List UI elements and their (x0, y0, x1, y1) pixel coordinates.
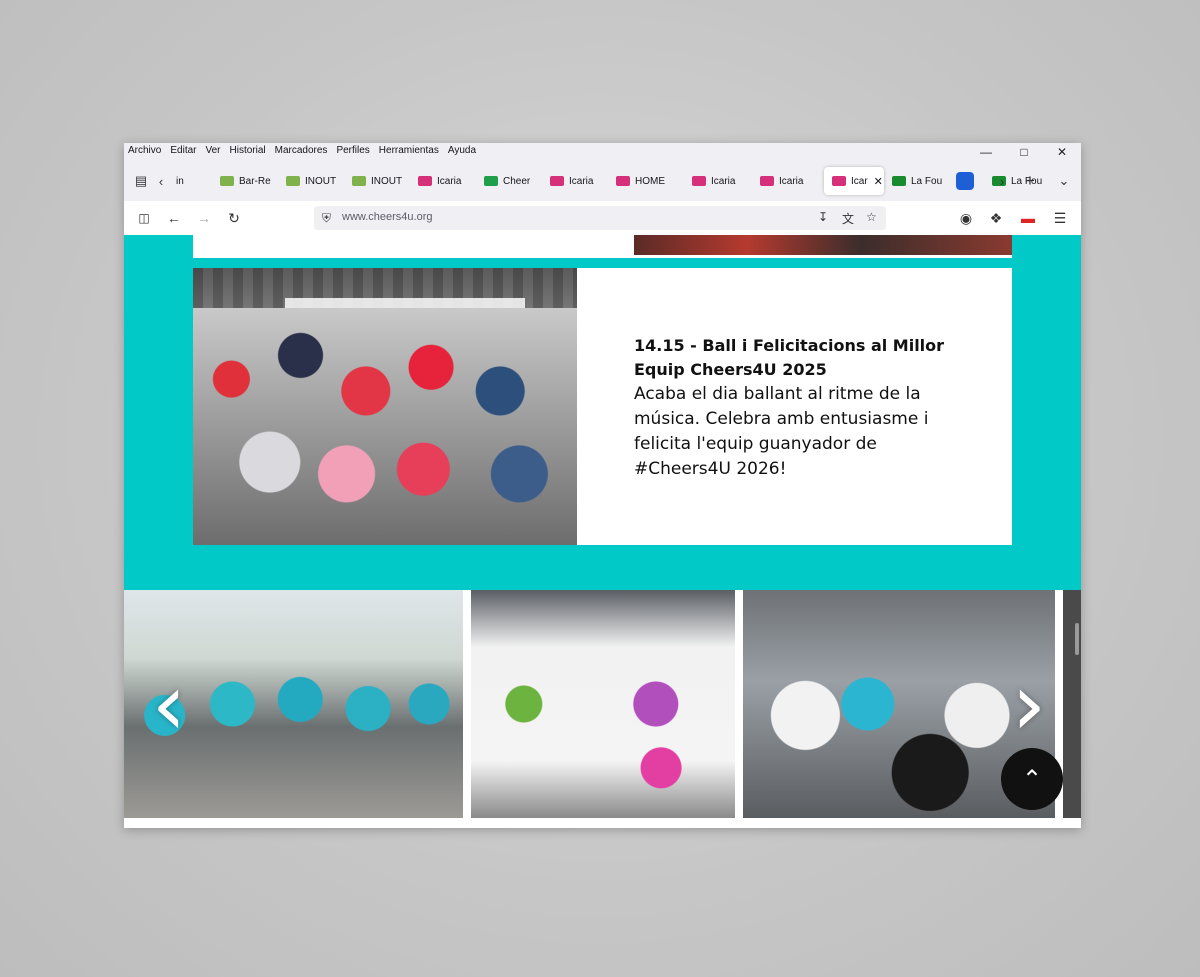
web-page: 14.15 - Ball i Felicitacions al Millor E… (124, 235, 1081, 828)
divider (193, 255, 1012, 258)
photo-gallery: ‹ › (124, 590, 1081, 828)
tab[interactable]: Cheer (476, 167, 542, 195)
tab-strip: in Bar-Re INOUT INOUT Icaria Cheer Icari… (168, 167, 1054, 195)
extensions-icon[interactable]: ❖ (987, 209, 1005, 227)
menu-perfiles[interactable]: Perfiles (336, 145, 369, 156)
site-favicon-icon (352, 176, 366, 186)
sidebar-icon[interactable]: ◫ (135, 209, 153, 227)
tab-label: Icaria (711, 175, 736, 187)
gallery-photo-performers[interactable] (471, 590, 735, 818)
tab-label: La Fou (911, 175, 943, 187)
maximize-icon[interactable]: □ (1005, 143, 1043, 161)
tab[interactable]: Icaria (752, 167, 824, 195)
tab-bar: ▤ ‹ in Bar-Re INOUT INOUT Icaria Cheer I… (124, 161, 1081, 201)
bookmark-star-icon[interactable]: ☆ (866, 210, 877, 224)
close-window-icon[interactable]: ✕ (1043, 143, 1081, 161)
tab[interactable]: HOME (608, 167, 684, 195)
forward-icon[interactable]: → (195, 209, 213, 227)
new-tab-icon[interactable]: + (1019, 170, 1041, 192)
site-favicon-icon (550, 176, 564, 186)
tab-label: HOME (635, 175, 665, 187)
tab-scroll-left-icon[interactable]: ‹ (154, 170, 168, 192)
tab[interactable]: La Fou (884, 167, 948, 195)
download-icon[interactable]: ↧ (818, 210, 828, 224)
tab-label: Bar-Re (239, 175, 271, 187)
tab-active[interactable]: Icar ✕ (824, 167, 884, 195)
tab-manager-icon[interactable]: ▤ (130, 170, 152, 192)
close-tab-icon[interactable]: ✕ (874, 175, 883, 188)
tab[interactable]: Icaria (542, 167, 608, 195)
site-favicon-icon (418, 176, 432, 186)
site-favicon-icon (484, 176, 498, 186)
crowd (193, 308, 577, 545)
window-controls: — □ ✕ (967, 143, 1081, 161)
site-favicon-icon (892, 176, 906, 186)
shield-icon[interactable]: ⛨ (322, 211, 331, 226)
tab-label: INOUT (305, 175, 337, 187)
previous-card-photo (634, 235, 1012, 255)
browser-window: Archivo Editar Ver Historial Marcadores … (124, 143, 1081, 828)
tab[interactable]: INOUT (344, 167, 410, 195)
site-favicon-icon (692, 176, 706, 186)
chevron-left-icon[interactable]: ‹ (144, 660, 194, 750)
tab-label: Cheer (503, 175, 531, 187)
menu-marcadores[interactable]: Marcadores (275, 145, 328, 156)
tab-label: in (176, 175, 184, 187)
menu-editar[interactable]: Editar (170, 145, 196, 156)
team-celebration-photo (193, 268, 577, 545)
chevron-up-icon: ⌃ (1021, 765, 1043, 793)
previous-card-bottom (193, 235, 634, 255)
tab-label: Icaria (779, 175, 804, 187)
menu-archivo[interactable]: Archivo (128, 145, 161, 156)
tab-label: INOUT (371, 175, 403, 187)
tab-label: Icaria (569, 175, 594, 187)
nav-bar: ◫ ← → ↻ ⛨ www.cheers4u.org ↧ 文 ☆ ◉ ❖ ▬ ☰ (124, 201, 1081, 236)
card-title: 14.15 - Ball i Felicitacions al Millor E… (634, 336, 945, 379)
site-favicon-icon (286, 176, 300, 186)
reload-icon[interactable]: ↻ (225, 209, 243, 227)
site-favicon-icon (832, 176, 846, 186)
list-tabs-icon[interactable]: ⌄ (1053, 170, 1075, 192)
url-bar[interactable]: ⛨ www.cheers4u.org ↧ 文 ☆ (314, 206, 886, 230)
menu-icon[interactable]: ☰ (1051, 209, 1069, 227)
tab-scroll-right-icon[interactable]: › (991, 170, 1013, 192)
vpn-icon[interactable]: ▬ (1019, 209, 1037, 227)
card-text: 14.15 - Ball i Felicitacions al Millor E… (634, 334, 964, 482)
menu-historial[interactable]: Historial (230, 145, 266, 156)
menu-bar: Archivo Editar Ver Historial Marcadores … (124, 143, 1081, 161)
tab-label: Icar (851, 175, 868, 187)
site-favicon-icon (760, 176, 774, 186)
translate-icon[interactable]: 文 (842, 210, 854, 227)
site-favicon-icon (220, 176, 234, 186)
card-body: Acaba el dia ballant al ritme de la músi… (634, 384, 929, 479)
back-icon[interactable]: ← (165, 209, 183, 227)
tab-label: Icaria (437, 175, 462, 187)
account-icon[interactable]: ◉ (957, 209, 975, 227)
url-text[interactable]: www.cheers4u.org (342, 211, 433, 223)
site-favicon-icon (616, 176, 630, 186)
menu-ayuda[interactable]: Ayuda (448, 145, 476, 156)
schedule-card: 14.15 - Ball i Felicitacions al Millor E… (193, 268, 1012, 545)
back-to-top-button[interactable]: ⌃ (1001, 748, 1063, 810)
tab[interactable]: in (168, 167, 212, 195)
menu-ver[interactable]: Ver (205, 145, 220, 156)
tab[interactable]: INOUT (278, 167, 344, 195)
site-favicon-icon (956, 172, 974, 190)
tab[interactable]: Bar-Re (212, 167, 278, 195)
menu-herramientas[interactable]: Herramientas (379, 145, 439, 156)
tab[interactable]: Icaria (684, 167, 752, 195)
minimize-icon[interactable]: — (967, 143, 1005, 161)
tab[interactable] (948, 167, 984, 195)
menu: Archivo Editar Ver Historial Marcadores … (128, 145, 485, 156)
scrollbar-thumb[interactable] (1075, 623, 1079, 655)
chevron-right-icon[interactable]: › (1004, 660, 1054, 750)
tab[interactable]: Icaria (410, 167, 476, 195)
